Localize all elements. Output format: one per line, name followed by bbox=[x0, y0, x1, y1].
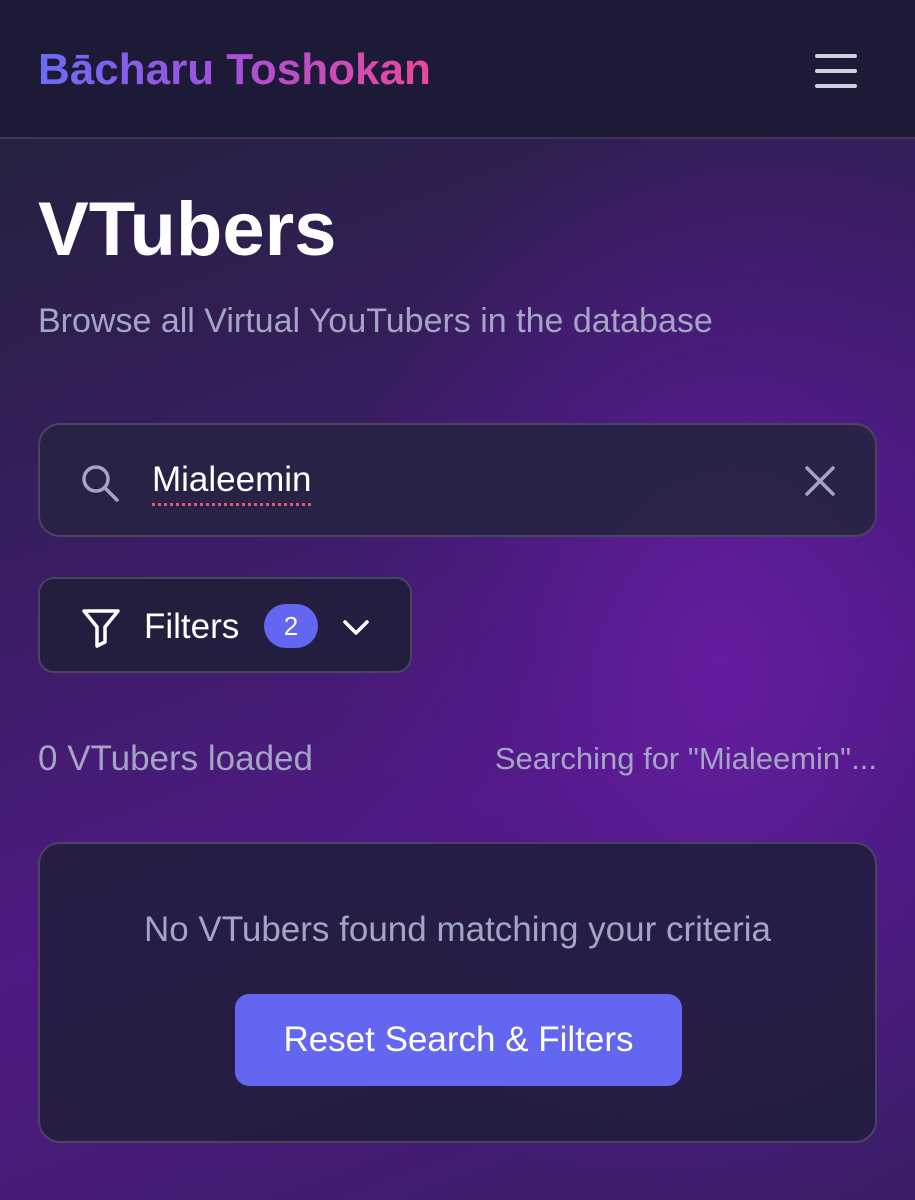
page-title: VTubers bbox=[38, 187, 337, 272]
search-bar[interactable]: Mialeemin bbox=[38, 423, 877, 537]
search-icon bbox=[82, 465, 119, 502]
reset-search-filters-button[interactable]: Reset Search & Filters bbox=[235, 994, 682, 1086]
page-subtitle: Browse all Virtual YouTubers in the data… bbox=[38, 302, 713, 340]
funnel-icon bbox=[82, 609, 120, 648]
results-count: 0 VTubers loaded bbox=[38, 739, 313, 778]
active-filters-badge: 2 bbox=[264, 604, 318, 648]
empty-state-message: No VTubers found matching your criteria bbox=[143, 910, 772, 949]
empty-state-card: No VTubers found matching your criteria … bbox=[38, 842, 877, 1143]
site-logo-text[interactable]: Bācharu Toshokan bbox=[38, 44, 431, 96]
filters-button[interactable]: Filters 2 bbox=[38, 577, 412, 673]
search-status: Searching for "Mialeemin"... bbox=[494, 741, 877, 776]
chevron-down-icon bbox=[343, 620, 369, 635]
search-input[interactable]: Mialeemin bbox=[152, 457, 752, 503]
filters-label: Filters bbox=[144, 607, 240, 646]
top-nav-bar: Bācharu Toshokan bbox=[0, 0, 915, 139]
menu-button[interactable] bbox=[806, 48, 866, 94]
close-icon[interactable] bbox=[800, 461, 840, 501]
